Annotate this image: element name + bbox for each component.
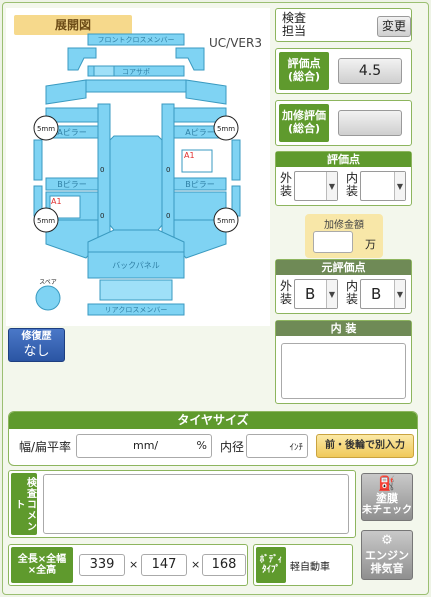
width-input[interactable]: 147 — [141, 554, 187, 576]
back-panel-label: バックパネル — [112, 261, 160, 270]
rating-header: 評価点 — [276, 152, 411, 167]
repair-amount-box: 加修金額 万 — [305, 214, 383, 258]
separate-input-button[interactable]: 前・後輪で別入力 — [316, 434, 414, 458]
repair-amount-unit: 万 — [365, 238, 376, 251]
rating-interior-select[interactable]: ▼ — [360, 171, 406, 201]
repair-amount-input[interactable] — [313, 231, 353, 253]
body-type-value: 軽自動車 — [290, 562, 330, 573]
interior-header: 内 装 — [276, 321, 411, 336]
spare-tire[interactable] — [35, 285, 61, 311]
rating-exterior-label: 外 装 — [280, 171, 293, 198]
chevron-down-icon: ▼ — [394, 280, 405, 308]
floor-center[interactable] — [103, 135, 169, 231]
tire-size-header: タイヤサイズ — [9, 412, 417, 429]
change-inspector-button[interactable]: 変更 — [377, 16, 411, 37]
mm-label-front-right: 5mm — [217, 125, 235, 133]
left-front-fender-top[interactable] — [45, 79, 87, 105]
mm-label-front-left: 5mm — [37, 125, 55, 133]
times-sign-1: × — [129, 558, 139, 571]
engine-icon: ⚙ — [381, 533, 393, 548]
front-cross-member-label: フロントクロスメンバー — [98, 36, 175, 44]
left-outer-strip-front[interactable] — [33, 139, 43, 181]
height-input[interactable]: 168 — [202, 554, 246, 576]
original-exterior-select[interactable]: B ▼ — [294, 279, 338, 309]
a-pillar-right-label: Aピラー — [185, 128, 214, 137]
tire-width-input[interactable]: mm/ % — [76, 434, 212, 458]
inspector-label: 検査 担当 — [281, 11, 306, 38]
tire-diameter-unit: ｲﾝﾁ — [289, 443, 303, 453]
comment-panel: 検査コメント — [8, 470, 356, 538]
car-diagram-area: 展開図 UC/VER3 フロントクロスメンバー コアサポ Aピラー Aピラー B… — [6, 8, 270, 326]
core-support-label: コアサポ — [122, 68, 150, 76]
original-exterior-label: 外 装 — [280, 279, 293, 306]
tire-width-unit: mm/ — [133, 439, 159, 452]
rear-cross-member-label: リアクロスメンバー — [105, 306, 168, 314]
times-sign-2: × — [191, 558, 201, 571]
repair-score-panel: 加修評価 (総合) — [275, 100, 412, 146]
tire-width-label: 幅/扁平率 — [19, 440, 72, 454]
length-input[interactable]: 339 — [79, 554, 125, 576]
right-outer-strip-front[interactable] — [231, 139, 241, 181]
mm-label-rear-left: 5mm — [37, 217, 55, 225]
original-interior-label: 内 装 — [346, 279, 359, 306]
b-pillar-left-label: Bピラー — [57, 180, 87, 189]
chevron-down-icon: ▼ — [326, 172, 337, 200]
tire-diameter-label: 内径 — [220, 440, 245, 454]
rating-panel: 評価点 外 装 ▼ 内 装 ▼ — [275, 151, 412, 206]
mm-label-rear-right: 5mm — [217, 217, 235, 225]
comment-label: 検査コメント — [11, 473, 37, 535]
interior-textarea[interactable] — [281, 343, 406, 399]
repair-score-label: 加修評価 (総合) — [279, 104, 329, 142]
dimensions-panel: 全長×全幅 ×全高 339 × 147 × 168 — [8, 544, 248, 586]
trunk-floor[interactable] — [99, 279, 173, 301]
damage-marker-right: A1 — [184, 151, 195, 160]
core-support-left[interactable] — [93, 65, 115, 77]
body-type-label: ﾎﾞﾃﾞｨ ﾀｲﾌﾟ — [256, 547, 286, 583]
original-rating-header: 元評価点 — [276, 260, 411, 275]
zero-mark-4: 0 — [166, 212, 170, 220]
damage-marker-left: A1 — [51, 197, 62, 206]
spare-label: スペア — [39, 279, 57, 286]
interior-panel: 内 装 — [275, 320, 412, 404]
comment-textarea[interactable] — [43, 474, 349, 534]
paint-check-button[interactable]: ⛽ 塗膜 未チェック — [361, 473, 413, 521]
body-type-panel: ﾎﾞﾃﾞｨ ﾀｲﾌﾟ 軽自動車 — [253, 544, 353, 586]
repair-history-badge[interactable]: 修復歴 なし — [8, 328, 65, 362]
dash-panel[interactable] — [85, 79, 187, 93]
b-pillar-right-label: Bピラー — [185, 180, 215, 189]
rating-interior-label: 内 装 — [346, 171, 359, 198]
tire-ratio-unit: % — [196, 439, 207, 452]
repair-history-value: なし — [23, 344, 50, 359]
engine-sound-button[interactable]: ⚙ エンジン 排気音 — [361, 530, 413, 580]
rating-exterior-select[interactable]: ▼ — [294, 171, 338, 201]
score-label: 評価点 (総合) — [279, 52, 329, 90]
a-pillar-left-label: Aピラー — [57, 128, 86, 137]
repair-history-label: 修復歴 — [21, 331, 52, 342]
score-value-field[interactable]: 4.5 — [338, 58, 402, 84]
left-side-member[interactable] — [97, 103, 111, 245]
original-interior-select[interactable]: B ▼ — [360, 279, 406, 309]
tire-diameter-input[interactable]: ｲﾝﾁ — [246, 434, 308, 458]
right-side-member[interactable] — [161, 103, 175, 245]
chevron-down-icon: ▼ — [326, 280, 337, 308]
original-rating-panel: 元評価点 外 装 B ▼ 内 装 B ▼ — [275, 259, 412, 314]
repair-amount-label: 加修金額 — [324, 220, 364, 231]
score-panel: 評価点 (総合) 4.5 — [275, 48, 412, 94]
car-body-diagram[interactable]: フロントクロスメンバー コアサポ Aピラー Aピラー Bピラー Bピラー バック… — [6, 8, 270, 326]
dimensions-label: 全長×全幅 ×全高 — [11, 547, 73, 583]
repair-score-field[interactable] — [338, 110, 402, 136]
right-front-fender-top[interactable] — [185, 79, 227, 105]
chevron-down-icon: ▼ — [394, 172, 405, 200]
tire-size-panel: タイヤサイズ 幅/扁平率 mm/ % 内径 ｲﾝﾁ 前・後輪で別入力 — [8, 411, 418, 466]
zero-mark-1: 0 — [100, 166, 104, 174]
zero-mark-2: 0 — [166, 166, 170, 174]
inspector-panel: 検査 担当 変更 — [275, 8, 412, 42]
zero-mark-3: 0 — [100, 212, 104, 220]
paint-icon: ⛽ — [378, 476, 396, 492]
